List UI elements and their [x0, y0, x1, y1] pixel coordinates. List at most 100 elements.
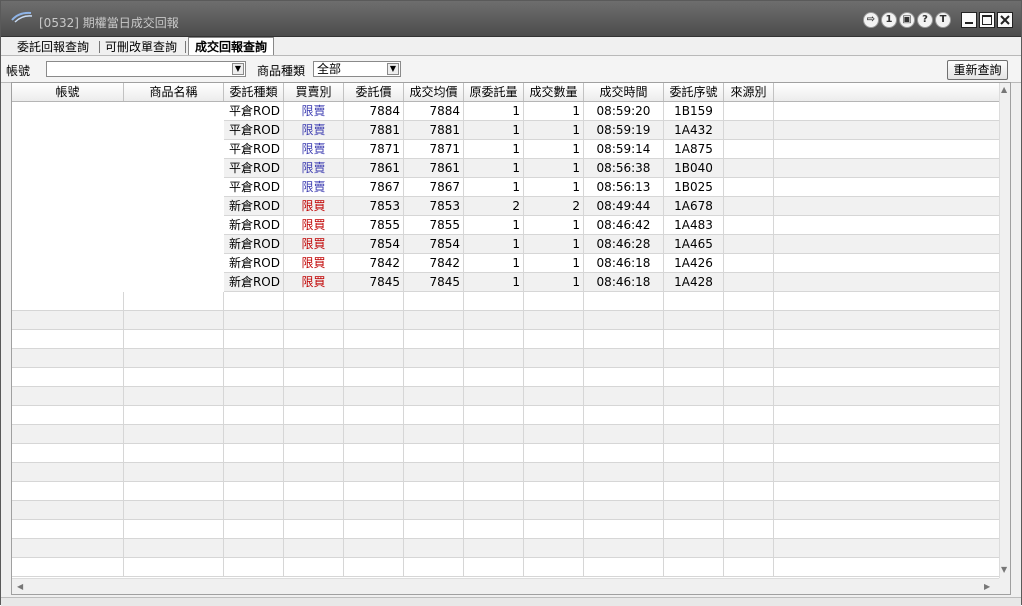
- row-filler: [774, 387, 999, 406]
- table-row[interactable]: 新倉ROD 限買 7855 7855 1 1 08:46:42 1A483: [12, 216, 999, 235]
- minimize-icon: [965, 22, 973, 24]
- scroll-up-icon[interactable]: ▲: [1001, 85, 1007, 94]
- order-seq-cell: [664, 558, 724, 577]
- column-header[interactable]: 成交數量: [524, 83, 584, 101]
- order-price-cell: [344, 558, 404, 577]
- order-type-cell: 新倉ROD: [224, 235, 284, 254]
- close-button[interactable]: [997, 12, 1013, 28]
- table-row[interactable]: 新倉ROD 限買 7845 7845 1 1 08:46:18 1A428: [12, 273, 999, 292]
- order-type-cell: 平倉ROD: [224, 140, 284, 159]
- row-filler: [774, 121, 999, 140]
- minimize-button[interactable]: [961, 12, 977, 28]
- maximize-button[interactable]: [979, 12, 995, 28]
- empty-row[interactable]: [12, 406, 999, 425]
- column-header[interactable]: 原委託量: [464, 83, 524, 101]
- requery-button[interactable]: 重新查詢: [947, 60, 1008, 80]
- order-price-cell: 7861: [344, 159, 404, 178]
- horizontal-scrollbar[interactable]: ◀ ▶: [12, 578, 999, 594]
- table-row[interactable]: 新倉ROD 限買 7853 7853 2 2 08:49:44 1A678: [12, 197, 999, 216]
- account-cell: [12, 539, 124, 558]
- side-cell: [284, 520, 344, 539]
- orig-qty-cell: [464, 558, 524, 577]
- column-header[interactable]: 來源別: [724, 83, 774, 101]
- table-row[interactable]: 平倉ROD 限賣 7881 7881 1 1 08:59:19 1A432: [12, 121, 999, 140]
- avg-price-cell: [404, 311, 464, 330]
- order-price-cell: [344, 406, 404, 425]
- account-cell: [12, 330, 124, 349]
- empty-row[interactable]: [12, 349, 999, 368]
- column-header[interactable]: 成交時間: [584, 83, 664, 101]
- order-seq-cell: [664, 539, 724, 558]
- table-row[interactable]: 平倉ROD 限賣 7871 7871 1 1 08:59:14 1A875: [12, 140, 999, 159]
- fill-qty-cell: [524, 539, 584, 558]
- table-row[interactable]: 新倉ROD 限買 7842 7842 1 1 08:46:18 1A426: [12, 254, 999, 273]
- empty-row[interactable]: [12, 292, 999, 311]
- empty-row[interactable]: [12, 520, 999, 539]
- maximize-icon: [982, 15, 992, 25]
- row-filler: [774, 235, 999, 254]
- empty-row[interactable]: [12, 501, 999, 520]
- source-cell: [724, 520, 774, 539]
- fill-time-cell: [584, 463, 664, 482]
- empty-row[interactable]: [12, 444, 999, 463]
- empty-row[interactable]: [12, 425, 999, 444]
- column-header[interactable]: 委託種類: [224, 83, 284, 101]
- fill-time-cell: 08:59:20: [584, 102, 664, 121]
- chevron-down-icon[interactable]: ▼: [232, 63, 244, 75]
- order-type-cell: [224, 330, 284, 349]
- help-button[interactable]: ?: [917, 12, 933, 28]
- order-type-cell: 新倉ROD: [224, 273, 284, 292]
- table-row[interactable]: 平倉ROD 限賣 7884 7884 1 1 08:59:20 1B159: [12, 102, 999, 121]
- orig-qty-cell: [464, 425, 524, 444]
- avg-price-cell: [404, 349, 464, 368]
- empty-row[interactable]: [12, 368, 999, 387]
- source-cell: [724, 159, 774, 178]
- account-select[interactable]: ▼: [46, 61, 246, 77]
- order-seq-cell: 1A678: [664, 197, 724, 216]
- print-icon[interactable]: ▣: [899, 12, 915, 28]
- empty-row[interactable]: [12, 539, 999, 558]
- row-filler: [774, 444, 999, 463]
- export-icon[interactable]: ⇨: [863, 12, 879, 28]
- side-cell: 限買: [284, 235, 344, 254]
- chevron-down-icon[interactable]: ▼: [387, 63, 399, 75]
- column-header[interactable]: 委託序號: [664, 83, 724, 101]
- page-one-button[interactable]: 1: [881, 12, 897, 28]
- orig-qty-cell: 1: [464, 140, 524, 159]
- orig-qty-cell: [464, 520, 524, 539]
- tab-order-report[interactable]: 委託回報查詢: [11, 39, 95, 55]
- avg-price-cell: 7845: [404, 273, 464, 292]
- scroll-down-icon[interactable]: ▼: [1001, 565, 1007, 574]
- empty-row[interactable]: [12, 482, 999, 501]
- table-row[interactable]: 平倉ROD 限賣 7867 7867 1 1 08:56:13 1B025: [12, 178, 999, 197]
- title-bar[interactable]: [0532] 期權當日成交回報 ⇨ 1 ▣ ? T: [1, 1, 1021, 37]
- source-cell: [724, 254, 774, 273]
- order-price-cell: [344, 330, 404, 349]
- product-type-select[interactable]: 全部 ▼: [313, 61, 401, 77]
- window-title: [0532] 期權當日成交回報: [39, 16, 179, 30]
- side-cell: [284, 311, 344, 330]
- scroll-right-icon[interactable]: ▶: [984, 582, 990, 591]
- empty-row[interactable]: [12, 311, 999, 330]
- empty-row[interactable]: [12, 387, 999, 406]
- column-header[interactable]: 帳號: [12, 83, 124, 101]
- topmost-button[interactable]: T: [935, 12, 951, 28]
- order-seq-cell: [664, 406, 724, 425]
- order-type-cell: [224, 558, 284, 577]
- column-header[interactable]: 委託價: [344, 83, 404, 101]
- tab-trade-report[interactable]: 成交回報查詢: [188, 37, 275, 56]
- tab-cancelable-orders[interactable]: 可刪改單查詢: [99, 39, 183, 55]
- empty-row[interactable]: [12, 558, 999, 577]
- table-row[interactable]: 平倉ROD 限賣 7861 7861 1 1 08:56:38 1B040: [12, 159, 999, 178]
- avg-price-cell: 7871: [404, 140, 464, 159]
- vertical-scrollbar[interactable]: ▲ ▼: [999, 83, 1010, 578]
- table-row[interactable]: 新倉ROD 限買 7854 7854 1 1 08:46:28 1A465: [12, 235, 999, 254]
- column-header[interactable]: 買賣別: [284, 83, 344, 101]
- order-type-cell: 平倉ROD: [224, 178, 284, 197]
- orig-qty-cell: 1: [464, 254, 524, 273]
- empty-row[interactable]: [12, 330, 999, 349]
- scroll-left-icon[interactable]: ◀: [17, 582, 23, 591]
- column-header[interactable]: 商品名稱: [124, 83, 224, 101]
- empty-row[interactable]: [12, 463, 999, 482]
- column-header[interactable]: 成交均價: [404, 83, 464, 101]
